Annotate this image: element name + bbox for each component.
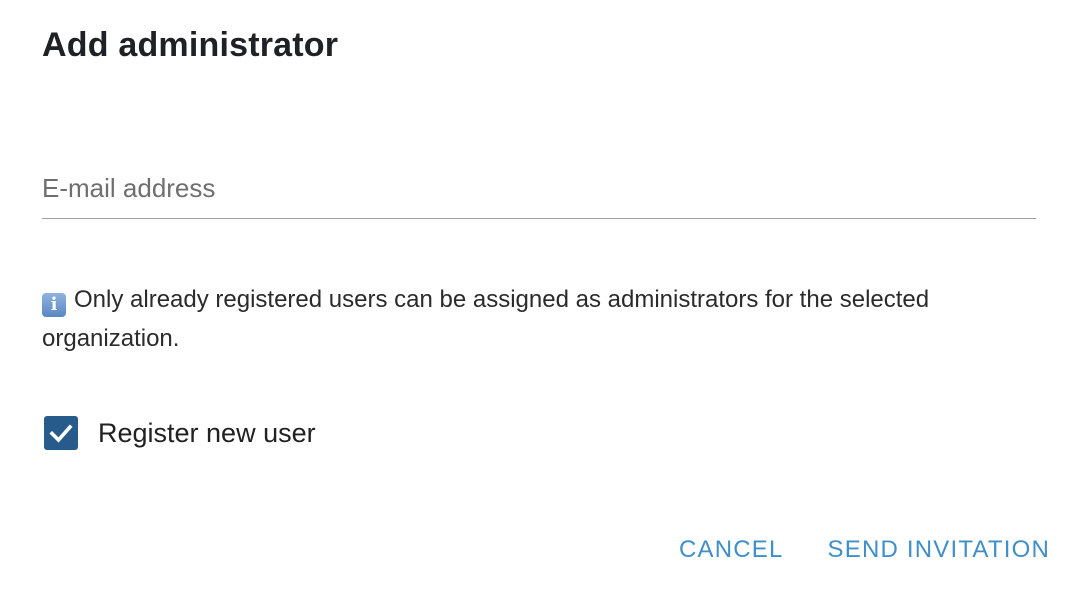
dialog-title: Add administrator	[42, 26, 339, 64]
send-invitation-button[interactable]: SEND INVITATION	[828, 536, 1050, 564]
info-message: i Only already registered users can be as…	[42, 280, 1032, 358]
register-new-user-label: Register new user	[98, 417, 316, 448]
register-new-user-checkbox[interactable]	[44, 416, 78, 450]
checkmark-icon	[49, 424, 73, 443]
add-administrator-dialog: Add administrator iOnly already register…	[0, 0, 1072, 596]
info-text: Only already registered users can be ass…	[42, 286, 930, 352]
cancel-button[interactable]: CANCEL	[679, 536, 784, 564]
email-field[interactable]	[42, 164, 1036, 219]
email-input[interactable]	[42, 164, 1036, 212]
info-icon: i	[42, 293, 66, 317]
register-new-user-toggle[interactable]: Register new user	[44, 416, 316, 450]
dialog-actions: CANCEL SEND INVITATION	[679, 536, 1050, 564]
